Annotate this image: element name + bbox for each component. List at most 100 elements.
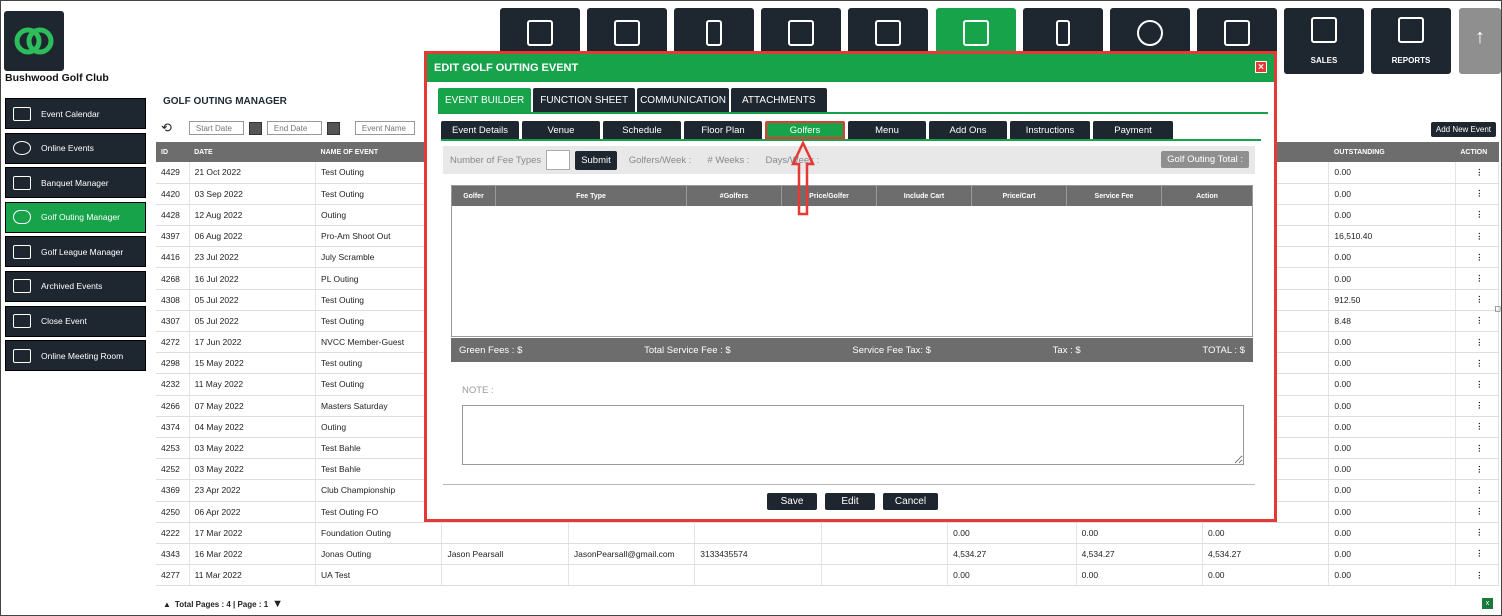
row-action-icon[interactable]: ⋮ bbox=[1455, 352, 1500, 375]
table-cell: Outing bbox=[315, 204, 443, 227]
row-action-icon[interactable]: ⋮ bbox=[1455, 395, 1500, 417]
table-cell: 04 May 2022 bbox=[189, 416, 317, 438]
add-new-event-button[interactable]: Add New Event bbox=[1430, 122, 1496, 137]
table-cell: 03 Sep 2022 bbox=[189, 183, 317, 205]
close-icon[interactable]: × bbox=[1255, 61, 1267, 73]
end-date-calendar-icon[interactable] bbox=[326, 121, 340, 135]
table-cell: 0.00 bbox=[1328, 437, 1456, 460]
cancel-button[interactable]: Cancel bbox=[883, 493, 938, 510]
table-row[interactable]: 4222 17 Mar 2022 Foundation Outing 0.00 0.00… bbox=[156, 522, 1500, 544]
save-button[interactable]: Save bbox=[767, 493, 817, 510]
sidebar: Event Calendar Online Events Banquet Man… bbox=[5, 98, 146, 375]
row-action-icon[interactable]: ⋮ bbox=[1455, 162, 1500, 184]
tab-event-builder[interactable]: EVENT BUILDER bbox=[438, 88, 532, 112]
subtab-event-details[interactable]: Event Details bbox=[441, 121, 519, 139]
table-cell: NVCC Member-Guest bbox=[315, 331, 443, 354]
golf-outing-total-badge: Golf Outing Total : bbox=[1161, 151, 1249, 168]
note-textarea[interactable] bbox=[462, 405, 1244, 465]
archive-calendar-icon bbox=[13, 279, 31, 294]
row-action-icon[interactable]: ⋮ bbox=[1455, 183, 1500, 205]
row-action-icon[interactable]: ⋮ bbox=[1455, 246, 1500, 269]
tab-communication[interactable]: COMMUNICATION bbox=[637, 88, 729, 112]
row-action-icon[interactable]: ⋮ bbox=[1455, 373, 1500, 396]
nav-sales[interactable]: SALES bbox=[1284, 8, 1364, 74]
table-cell: 0.00 bbox=[1328, 246, 1456, 269]
subtab-instructions[interactable]: Instructions bbox=[1010, 121, 1090, 139]
page-up-icon[interactable]: ▲ bbox=[163, 600, 171, 609]
subtab-schedule[interactable]: Schedule bbox=[603, 121, 681, 139]
row-action-icon[interactable]: ⋮ bbox=[1455, 204, 1500, 227]
row-action-icon[interactable]: ⋮ bbox=[1455, 543, 1500, 566]
row-action-icon[interactable]: ⋮ bbox=[1455, 331, 1500, 354]
row-action-icon[interactable]: ⋮ bbox=[1455, 267, 1500, 290]
sidebar-item-event-calendar[interactable]: Event Calendar bbox=[5, 98, 146, 129]
table-cell: 16,510.40 bbox=[1328, 225, 1456, 248]
scroll-top-button[interactable]: ↑ bbox=[1459, 8, 1501, 74]
fee-types-input[interactable] bbox=[546, 150, 571, 170]
sidebar-item-close-event[interactable]: Close Event bbox=[5, 305, 146, 337]
sidebar-item-online-events[interactable]: Online Events bbox=[5, 132, 146, 164]
calendar-list-icon bbox=[788, 20, 814, 46]
table-cell: Test Outing bbox=[315, 310, 443, 333]
excel-export-icon[interactable]: x bbox=[1482, 598, 1493, 609]
subtab-add-ons[interactable]: Add Ons bbox=[929, 121, 1007, 139]
submit-button[interactable]: Submit bbox=[575, 150, 617, 170]
subtab-floor-plan[interactable]: Floor Plan bbox=[684, 121, 762, 139]
subtab-venue[interactable]: Venue bbox=[522, 121, 600, 139]
row-action-icon[interactable]: ⋮ bbox=[1455, 310, 1500, 333]
row-action-icon[interactable]: ⋮ bbox=[1455, 564, 1500, 587]
table-cell: 4,534.27 bbox=[1076, 543, 1203, 566]
table-cell: 4250 bbox=[156, 501, 190, 523]
start-date-calendar-icon[interactable] bbox=[248, 121, 262, 135]
row-action-icon[interactable]: ⋮ bbox=[1455, 289, 1500, 311]
tab-function-sheet[interactable]: FUNCTION SHEET bbox=[533, 88, 636, 112]
table-cell: Jason Pearsall bbox=[441, 543, 569, 566]
refresh-icon[interactable]: ⟲ bbox=[161, 120, 172, 136]
nav-reports[interactable]: REPORTS bbox=[1371, 8, 1451, 74]
subtab-payment[interactable]: Payment bbox=[1093, 121, 1173, 139]
table-cell: 11 Mar 2022 bbox=[189, 564, 317, 587]
table-row[interactable]: 4277 11 Mar 2022 UA Test 0.00 0.00 0.00 0.00 ⋮ bbox=[156, 564, 1500, 587]
row-action-icon[interactable]: ⋮ bbox=[1455, 479, 1500, 502]
row-action-icon[interactable]: ⋮ bbox=[1455, 522, 1500, 544]
sidebar-item-banquet-manager[interactable]: Banquet Manager bbox=[5, 167, 146, 199]
sidebar-item-golf-outing-manager[interactable]: Golf Outing Manager bbox=[5, 201, 146, 233]
edit-button[interactable]: Edit bbox=[825, 493, 875, 510]
sidebar-item-archived-events[interactable]: Archived Events bbox=[5, 270, 146, 302]
row-action-icon[interactable]: ⋮ bbox=[1455, 458, 1500, 481]
table-cell: 05 Jul 2022 bbox=[189, 310, 317, 333]
sidebar-item-golf-league-manager[interactable]: Golf League Manager bbox=[5, 236, 146, 268]
row-action-icon[interactable]: ⋮ bbox=[1455, 501, 1500, 523]
row-action-icon[interactable]: ⋮ bbox=[1455, 225, 1500, 248]
table-cell: 0.00 bbox=[1328, 501, 1456, 523]
table-cell: 0.00 bbox=[1328, 543, 1456, 566]
table-cell: 4429 bbox=[156, 162, 190, 184]
table-cell: JasonPearsall@gmail.com bbox=[568, 543, 696, 566]
event-name-input[interactable] bbox=[354, 121, 415, 135]
table-cell: Test Outing bbox=[315, 162, 443, 184]
table-cell: 0.00 bbox=[1202, 522, 1330, 544]
tax-total: Tax : $ bbox=[1052, 344, 1081, 356]
row-action-icon[interactable]: ⋮ bbox=[1455, 416, 1500, 438]
table-cell: 16 Mar 2022 bbox=[189, 543, 317, 566]
table-cell: PL Outing bbox=[315, 267, 443, 290]
subtab-golfers[interactable]: Golfers bbox=[765, 121, 845, 139]
table-cell: 11 May 2022 bbox=[189, 373, 317, 396]
service-fee-tax-total: Service Fee Tax: $ bbox=[852, 344, 931, 356]
table-cell: Jonas Outing bbox=[315, 543, 443, 566]
table-cell: 4298 bbox=[156, 352, 190, 375]
end-date-input[interactable] bbox=[266, 121, 322, 135]
fee-types-label: Number of Fee Types bbox=[450, 154, 542, 166]
tab-attachments[interactable]: ATTACHMENTS bbox=[731, 88, 827, 112]
sub-tabs-underline bbox=[441, 139, 1261, 141]
page-down-icon[interactable]: ▼ bbox=[272, 598, 283, 610]
table-row[interactable]: 4343 16 Mar 2022 Jonas Outing Jason Pearsal… bbox=[156, 543, 1500, 566]
sidebar-item-online-meeting-room[interactable]: Online Meeting Room bbox=[5, 340, 146, 372]
row-action-icon[interactable]: ⋮ bbox=[1455, 437, 1500, 460]
table-cell: 12 Aug 2022 bbox=[189, 204, 317, 227]
start-date-input[interactable] bbox=[188, 121, 244, 135]
table-cell: 07 May 2022 bbox=[189, 395, 317, 417]
table-cell: 4420 bbox=[156, 183, 190, 205]
subtab-menu[interactable]: Menu bbox=[848, 121, 926, 139]
video-icon bbox=[13, 348, 31, 363]
